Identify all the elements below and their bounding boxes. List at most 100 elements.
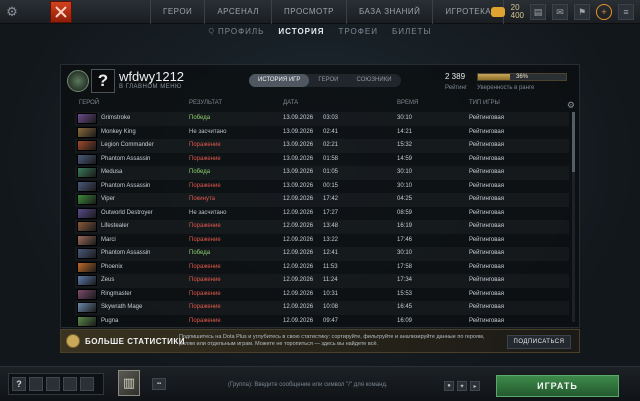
nav-learn[interactable]: БАЗА ЗНАНИЙ — [347, 0, 434, 24]
hero-name: Grimstroke — [101, 115, 131, 121]
col-time: ВРЕМЯ — [397, 100, 419, 106]
table-row[interactable]: Marci Поражение 12.09.2026 13:22 17:46 Рейтин… — [75, 234, 569, 248]
subscribe-button[interactable]: ПОДПИСАТЬСЯ — [507, 335, 571, 349]
rank-card[interactable]: ▥ — [118, 370, 140, 396]
match-date: 12.09.2026 — [283, 263, 314, 270]
table-row[interactable]: Lifestealer Поражение 12.09.2026 13:48 16:19… — [75, 220, 569, 234]
chat-expand-icon[interactable]: ▸ — [470, 381, 480, 391]
match-date: 12.09.2026 — [283, 304, 314, 310]
play-button[interactable]: ИГРАТЬ — [496, 375, 619, 397]
tab-heroes[interactable]: ГЕРОИ — [309, 74, 347, 87]
party-slot-empty[interactable] — [63, 377, 77, 391]
chat-channel-icon[interactable]: ▪▪ — [152, 378, 166, 390]
top-bar: ⚙ ГЕРОИ АРСЕНАЛ ПРОСМОТР БАЗА ЗНАНИЙ ИГР… — [0, 0, 640, 24]
scroll-thumb[interactable] — [572, 112, 575, 172]
game-type: Рейтинговая — [469, 250, 504, 256]
match-date: 13.09.2026 — [283, 115, 314, 121]
col-date: ДАТА — [283, 100, 299, 106]
nav-heroes[interactable]: ГЕРОИ — [150, 0, 206, 24]
table-row[interactable]: Skywrath Mage Поражение 12.09.2026 10:08 16:… — [75, 301, 569, 315]
table-row[interactable]: Phantom Assassin Поражение 13.09.2026 00:15… — [75, 180, 569, 194]
match-date: 12.09.2026 — [283, 277, 314, 283]
match-date: 12.09.2026 — [283, 290, 314, 297]
table-row[interactable]: Phoenix Поражение 12.09.2026 11:53 17:58 Рейт… — [75, 261, 569, 275]
subnav-profile[interactable]: ПРОФИЛЬ — [218, 27, 264, 36]
plus-icon[interactable]: + — [596, 4, 612, 20]
table-row[interactable]: Ringmaster Поражение 12.09.2026 10:31 15:53 Р… — [75, 288, 569, 302]
match-start-time: 11:24 — [323, 277, 338, 283]
scrollbar[interactable] — [572, 112, 575, 322]
table-row[interactable]: Legion Commander Поражение 13.09.2026 02:21… — [75, 139, 569, 153]
hero-portrait-icon — [77, 261, 97, 273]
bottom-bar: ? ▥ ▪▪ (Группа): Введите сообщение или с… — [0, 366, 640, 401]
party-slot-empty[interactable] — [46, 377, 60, 391]
subnav-tickets[interactable]: БИЛЕТЫ — [392, 27, 432, 36]
history-tabs: ИСТОРИЯ ИГР ГЕРОИ СОЮЗНИКИ — [249, 74, 401, 87]
match-duration: 17:34 — [397, 277, 413, 283]
match-start-time: 02:21 — [323, 142, 339, 148]
table-settings-gear-icon[interactable]: ⚙ — [567, 100, 575, 111]
match-start-time: 00:15 — [323, 182, 339, 189]
game-type: Рейтинговая — [469, 142, 504, 148]
game-type: Рейтинговая — [469, 115, 504, 121]
party-slot-empty[interactable] — [29, 377, 43, 391]
table-row[interactable]: Zeus Поражение 12.09.2026 11:24 17:34 Рейтинг… — [75, 274, 569, 288]
tab-allies[interactable]: СОЮЗНИКИ — [348, 74, 401, 87]
match-start-time: 17:27 — [323, 209, 339, 216]
hero-name: Viper — [101, 196, 115, 202]
game-type: Рейтинговая — [469, 182, 504, 189]
hero-portrait-icon — [77, 302, 97, 313]
hero-name: Pugna — [101, 317, 119, 324]
table-header: ГЕРОЙ РЕЗУЛЬТАТ ДАТА ВРЕМЯ ТИП ИГРЫ ⚙ — [61, 100, 581, 110]
menu-icon[interactable]: ≡ — [618, 4, 634, 20]
match-result: Поражение — [189, 290, 221, 297]
table-row[interactable]: Outworld Destroyer Не засчитано 12.09.2026… — [75, 207, 569, 221]
inventory-icon[interactable]: ▤ — [530, 4, 546, 20]
table-row[interactable]: Phantom Assassin Победа 12.09.2026 12:41 30:… — [75, 247, 569, 261]
mail-icon[interactable]: ✉ — [552, 4, 568, 20]
table-row[interactable]: Medusa Победа 13.09.2026 01:05 30:10 Рейтинго… — [75, 166, 569, 180]
nav-armory[interactable]: АРСЕНАЛ — [205, 0, 273, 24]
store-icon[interactable]: ⚑ — [574, 4, 590, 20]
match-start-time: 03:03 — [323, 115, 339, 121]
settings-gear-icon[interactable]: ⚙ — [0, 0, 24, 24]
confidence-fill — [478, 74, 510, 80]
match-date: 12.09.2026 — [283, 196, 314, 202]
table-row[interactable]: Monkey King Не засчитано 13.09.2026 02:41 14… — [75, 126, 569, 140]
chat-input[interactable]: (Группа): Введите сообщение или символ "… — [228, 382, 388, 388]
table-row[interactable]: Viper Покинута 12.09.2026 17:42 04:25 Рейтинг… — [75, 193, 569, 207]
dota-home-button[interactable] — [50, 0, 72, 23]
shards-icon — [490, 7, 505, 17]
nav-watch[interactable]: ПРОСМОТР — [272, 0, 347, 24]
match-date: 12.09.2026 — [283, 236, 314, 243]
party-slots: ? — [8, 373, 104, 395]
subnav-trophies[interactable]: ТРОФЕИ — [339, 27, 378, 36]
table-row[interactable]: Grimstroke Победа 13.09.2026 03:03 30:10 Рейт… — [75, 112, 569, 126]
hero-name: Phantom Assassin — [101, 155, 151, 162]
notification-icon[interactable]: ✦ — [457, 381, 467, 391]
hero-name: Phantom Assassin — [101, 182, 151, 189]
match-result: Поражение — [189, 277, 221, 283]
table-row[interactable]: Pugna Поражение 12.09.2026 09:47 16:09 Рейтин… — [75, 315, 569, 328]
match-result: Победа — [189, 250, 211, 256]
dota-logo-icon — [55, 5, 67, 18]
hero-name: Phoenix — [101, 263, 123, 270]
match-date: 12.09.2026 — [283, 209, 314, 216]
match-date: 12.09.2026 — [283, 317, 314, 324]
match-duration: 17:58 — [397, 263, 413, 270]
hero-name: Medusa — [101, 169, 123, 175]
table-row[interactable]: Phantom Assassin Поражение 13.09.2026 01:58… — [75, 153, 569, 167]
rank-medal-icon — [67, 70, 89, 92]
tab-match-history[interactable]: ИСТОРИЯ ИГР — [249, 74, 310, 87]
party-slot-empty[interactable] — [80, 377, 94, 391]
match-start-time: 10:31 — [323, 290, 339, 297]
hero-portrait-icon — [77, 194, 97, 205]
match-date: 13.09.2026 — [283, 155, 314, 162]
globe-icon[interactable]: ● — [444, 381, 454, 391]
party-slot-self[interactable]: ? — [12, 377, 26, 391]
promo-title: БОЛЬШЕ СТАТИСТИКИ — [85, 337, 186, 346]
avatar[interactable]: ? — [91, 69, 115, 93]
game-type: Рейтинговая — [469, 263, 504, 270]
subnav-history[interactable]: ИСТОРИЯ — [278, 27, 324, 36]
user-status: В ГЛАВНОМ МЕНЮ — [119, 84, 182, 90]
